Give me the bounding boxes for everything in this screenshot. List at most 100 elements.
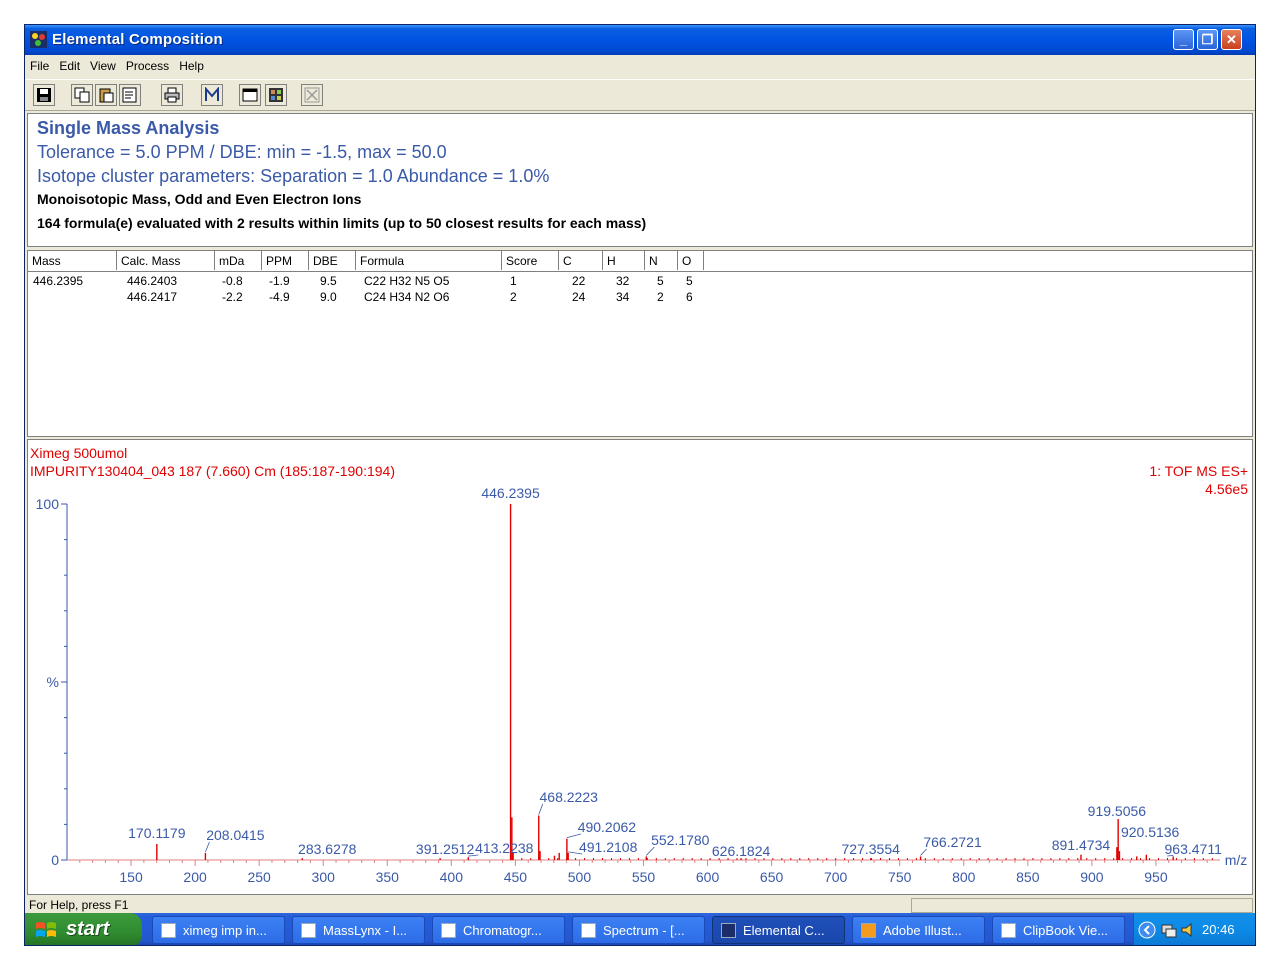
analysis-header: Single Mass Analysis Tolerance = 5.0 PPM…	[27, 113, 1253, 247]
peak-label: 170.1179	[128, 825, 186, 841]
column-dbe[interactable]: DBE	[309, 251, 356, 270]
x-tick-label: 500	[568, 869, 592, 885]
volume-icon[interactable]	[1180, 921, 1198, 939]
task-spectrum[interactable]: Spectrum - [...	[572, 916, 705, 944]
cell-formula: C24 H34 N2 O6	[364, 290, 450, 304]
illustrator-icon	[861, 923, 876, 938]
peak-label-leader	[538, 803, 544, 815]
chromatogram-icon	[441, 923, 456, 938]
cell-n: 5	[657, 274, 664, 288]
task-label: Chromatogr...	[463, 923, 542, 938]
peak-label: 283.6278	[298, 841, 357, 857]
peak-label: 552.1780	[651, 832, 710, 848]
close-icon: ✕	[1226, 32, 1237, 47]
menu-help[interactable]: Help	[174, 55, 209, 73]
mass-button[interactable]	[201, 84, 223, 106]
x-tick-label: 750	[888, 869, 912, 885]
column-o[interactable]: O	[678, 251, 704, 270]
print-button[interactable]	[161, 84, 183, 106]
cell-dbe: 9.0	[320, 290, 337, 304]
peak-label: 208.0415	[206, 827, 265, 843]
x-tick-label: 550	[632, 869, 656, 885]
x-tick-label: 250	[247, 869, 271, 885]
task-elemental-composition[interactable]: Elemental C...	[712, 916, 845, 944]
max-intensity: 4.56e5	[1205, 481, 1248, 497]
task-label: ClipBook Vie...	[1023, 923, 1109, 938]
cell-o: 5	[686, 274, 693, 288]
chevron-left-icon[interactable]	[1138, 921, 1156, 939]
menu-file[interactable]: File	[25, 55, 54, 73]
peak-label: 891.4734	[1052, 837, 1111, 853]
cancel-button[interactable]	[301, 84, 323, 106]
cell-c: 22	[572, 274, 586, 288]
analysis-title: Single Mass Analysis	[37, 118, 220, 138]
spectrum-icon	[581, 923, 596, 938]
x-tick-label: 350	[376, 869, 400, 885]
x-tick-label: 150	[119, 869, 143, 885]
status-text: For Help, press F1	[29, 898, 129, 912]
x-tick-label: 900	[1080, 869, 1104, 885]
table-header: Mass Calc. Mass mDa PPM DBE Formula Scor…	[28, 251, 1252, 272]
mass-spectrum-chart[interactable]: Ximeg 500umol IMPURITY130404_043 187 (7.…	[28, 440, 1252, 894]
save-button[interactable]	[33, 84, 55, 106]
column-mda[interactable]: mDa	[215, 251, 262, 270]
restore-button[interactable]: ❐	[1197, 29, 1218, 50]
window-icon	[242, 88, 258, 102]
column-mass[interactable]: Mass	[28, 251, 117, 270]
column-formula[interactable]: Formula	[356, 251, 502, 270]
document-icon	[161, 923, 176, 938]
peak-label: 626.1824	[712, 843, 771, 859]
column-h[interactable]: H	[603, 251, 645, 270]
copy-button[interactable]	[71, 84, 93, 106]
menu-process[interactable]: Process	[121, 55, 174, 73]
minimize-button[interactable]: _	[1173, 29, 1194, 50]
network-icon[interactable]	[1160, 921, 1178, 939]
elements-button[interactable]	[265, 84, 287, 106]
close-button[interactable]: ✕	[1221, 29, 1242, 50]
y-tick-label: 100	[36, 496, 60, 512]
elemental-icon	[721, 923, 736, 938]
cell-n: 2	[657, 290, 664, 304]
column-c[interactable]: C	[559, 251, 603, 270]
periodic-table-icon	[269, 88, 283, 102]
summary-text: 164 formula(e) evaluated with 2 results …	[37, 215, 647, 231]
m-letter-icon	[205, 87, 219, 101]
cell-score: 2	[510, 290, 517, 304]
column-n[interactable]: N	[645, 251, 678, 270]
taskbar: start ximeg imp in... MassLynx - I... Ch…	[25, 913, 1255, 945]
x-tick-label: 600	[696, 869, 720, 885]
column-calc-mass[interactable]: Calc. Mass	[117, 251, 215, 270]
task-word-document[interactable]: ximeg imp in...	[152, 916, 285, 944]
start-label: start	[66, 918, 110, 940]
menu-edit[interactable]: Edit	[54, 55, 85, 73]
restore-icon: ❐	[1201, 32, 1214, 47]
peak-label: 490.2062	[578, 819, 637, 835]
peak-label: 766.2721	[923, 834, 982, 850]
cell-mass: 446.2395	[33, 274, 84, 288]
task-label: ximeg imp in...	[183, 923, 267, 938]
window-button[interactable]	[239, 84, 261, 106]
task-masslynx[interactable]: MassLynx - I...	[292, 916, 425, 944]
task-adobe-illustrator[interactable]: Adobe Illust...	[852, 916, 985, 944]
task-chromatogram[interactable]: Chromatogr...	[432, 916, 565, 944]
cell-h: 34	[616, 290, 630, 304]
sample-name: Ximeg 500umol	[30, 445, 127, 461]
paste-button[interactable]	[95, 84, 117, 106]
cell-mda: -2.2	[222, 290, 243, 304]
column-score[interactable]: Score	[502, 251, 559, 270]
x-tick-label: 300	[312, 869, 336, 885]
title-bar[interactable]: Elemental Composition _ ❐ ✕	[25, 25, 1255, 55]
menu-view[interactable]: View	[85, 55, 121, 73]
column-ppm[interactable]: PPM	[262, 251, 309, 270]
spectrum-panel[interactable]: Ximeg 500umol IMPURITY130404_043 187 (7.…	[27, 439, 1253, 895]
properties-button[interactable]	[119, 84, 141, 106]
task-label: MassLynx - I...	[323, 923, 408, 938]
start-button[interactable]: start	[25, 913, 142, 945]
peak-label: 919.5056	[1088, 803, 1147, 819]
isotope-text: Isotope cluster parameters: Separation =…	[37, 166, 550, 186]
scan-info: IMPURITY130404_043 187 (7.660) Cm (185:1…	[30, 463, 395, 479]
minimize-icon: _	[1179, 32, 1188, 47]
peak-label: 468.2223	[540, 789, 599, 805]
cell-calc-mass: 446.2417	[127, 290, 178, 304]
task-clipbook-viewer[interactable]: ClipBook Vie...	[992, 916, 1125, 944]
